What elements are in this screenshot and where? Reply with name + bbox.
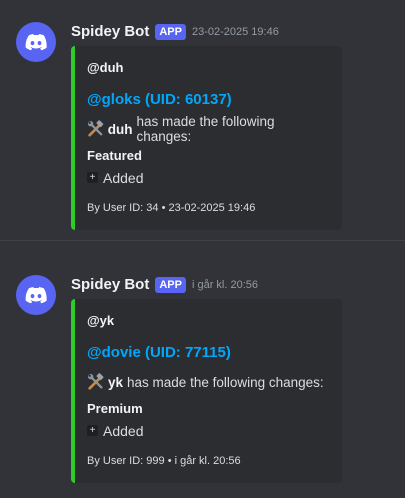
embed-title[interactable]: @dovie (UID: 77115) (87, 344, 330, 363)
avatar[interactable] (16, 275, 56, 315)
embed: @duh @gloks (UID: 60137) duh has made th… (71, 46, 342, 230)
divider (0, 240, 405, 241)
message: Spidey Bot APP i går kl. 20:56 @yk @dovi… (0, 253, 405, 498)
embed: @yk @dovie (UID: 77115) yk has made the … (71, 299, 342, 483)
description-text: has made the following changes: (127, 374, 324, 390)
field-value-text: Added (103, 422, 144, 439)
embed-description: yk has made the following changes: (87, 372, 330, 392)
discord-logo-icon (25, 287, 47, 304)
message-header: Spidey Bot APP i går kl. 20:56 (71, 276, 258, 293)
app-badge: APP (155, 276, 186, 293)
app-badge: APP (155, 23, 186, 40)
field-value: + Added (87, 168, 330, 187)
message-header: Spidey Bot APP 23-02-2025 19:46 (71, 23, 279, 40)
embed-author: @yk (87, 313, 115, 328)
plus-icon: + (87, 425, 98, 436)
message: Spidey Bot APP 23-02-2025 19:46 @duh @gl… (0, 0, 405, 240)
field-value: + Added (87, 421, 330, 440)
field-value-text: Added (103, 169, 144, 186)
embed-author: @duh (87, 60, 124, 75)
hammer-and-wrench-icon (87, 120, 104, 137)
username[interactable]: Spidey Bot (71, 276, 149, 293)
plus-icon: + (87, 172, 98, 183)
timestamp: 23-02-2025 19:46 (191, 25, 279, 38)
username[interactable]: Spidey Bot (71, 23, 149, 40)
discord-logo-icon (25, 34, 47, 51)
timestamp: i går kl. 20:56 (191, 278, 259, 291)
actor-name: yk (108, 374, 124, 390)
description-text: has made the following changes: (136, 114, 275, 144)
actor-name: duh (107, 121, 133, 137)
field-name: Premium (87, 401, 143, 416)
hammer-and-wrench-icon (87, 373, 104, 390)
avatar[interactable] (16, 22, 56, 62)
embed-title[interactable]: @gloks (UID: 60137) (87, 91, 330, 110)
field-name: Featured (87, 148, 142, 163)
embed-footer: By User ID: 999 • i går kl. 20:56 (87, 455, 241, 467)
embed-footer: By User ID: 34 • 23-02-2025 19:46 (87, 202, 256, 214)
embed-description: duh has made the following changes: (87, 114, 330, 144)
